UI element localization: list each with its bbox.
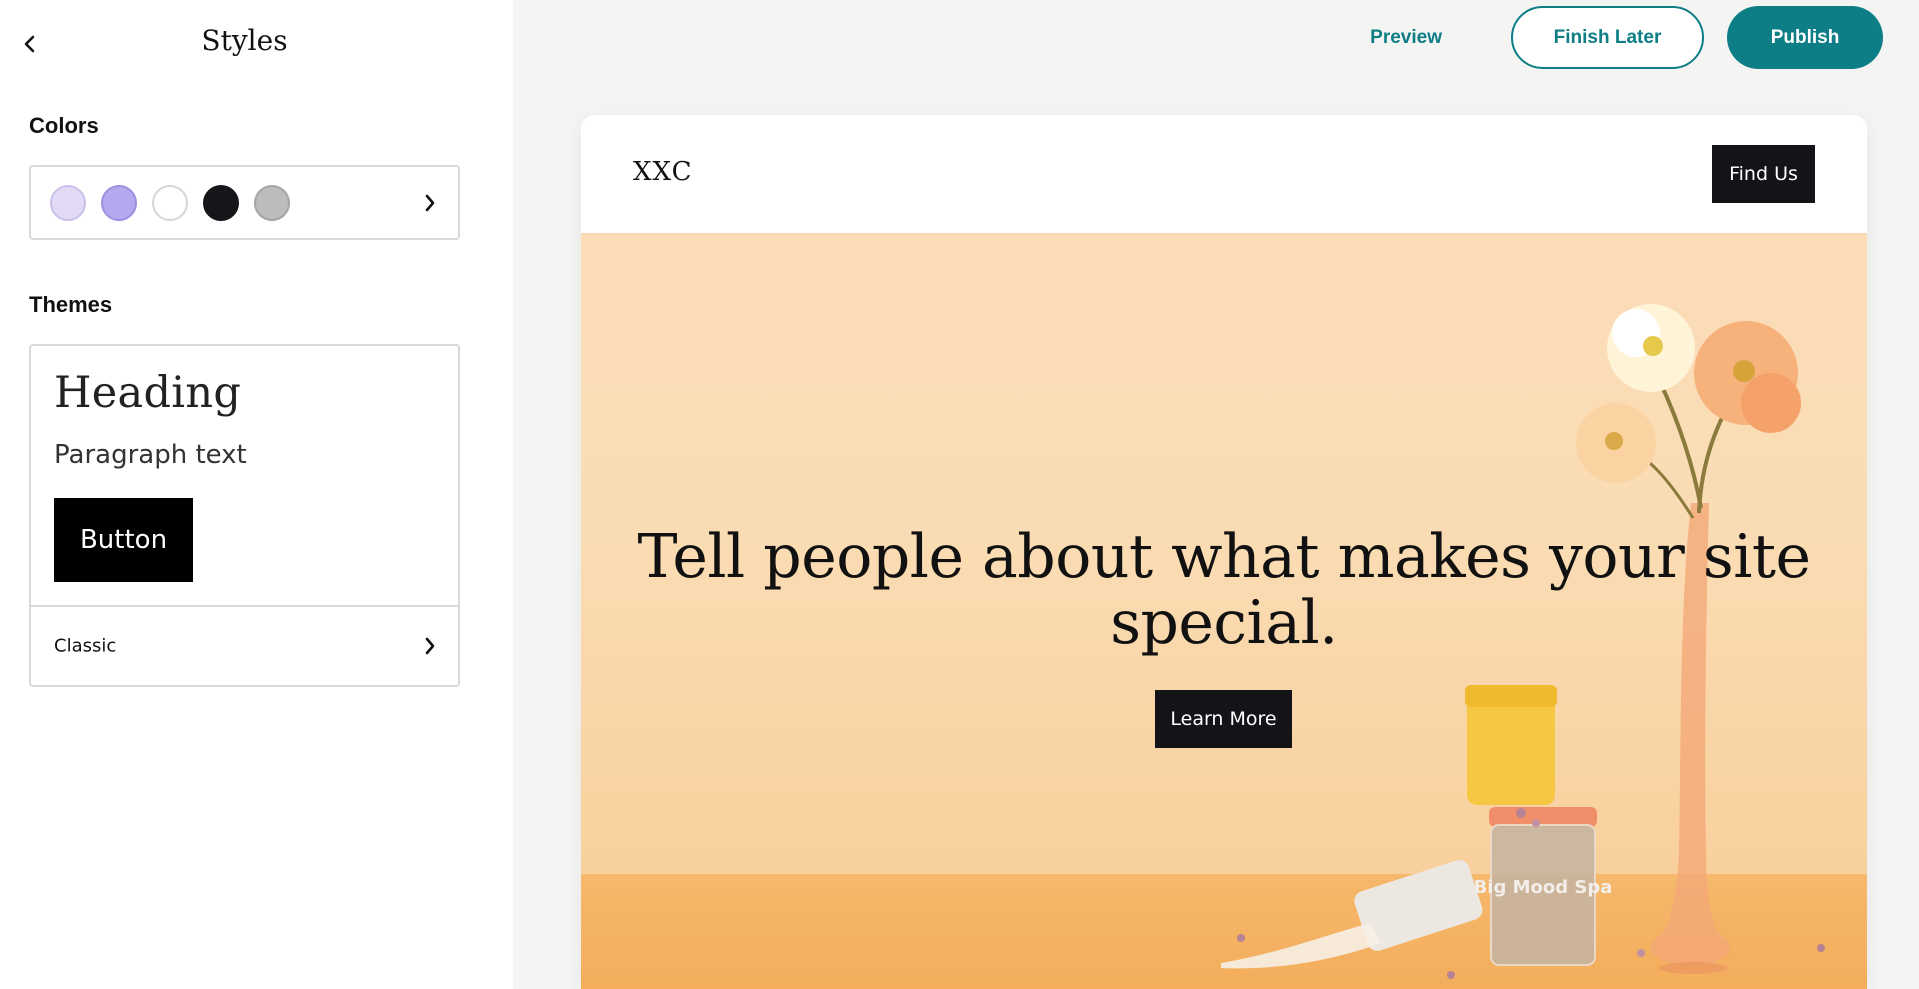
site-header: XXC Find Us — [581, 115, 1867, 233]
learn-more-button[interactable]: Learn More — [1155, 690, 1292, 748]
hero-title-line: Tell people about what makes your site — [637, 522, 1811, 592]
themes-section-label: Themes — [29, 292, 113, 317]
product-label: Big Mood Spa — [1474, 877, 1613, 898]
finish-later-button[interactable]: Finish Later — [1511, 6, 1704, 69]
theme-preview[interactable]: Heading Paragraph text Button — [31, 346, 458, 605]
styles-panel: Styles Colors Themes Heading Paragraph t… — [0, 0, 513, 989]
theme-name: Classic — [54, 635, 117, 657]
colors-card[interactable] — [29, 165, 460, 240]
color-swatch[interactable] — [101, 184, 137, 221]
theme-preview-heading: Heading — [54, 368, 242, 418]
colors-chevron — [424, 193, 436, 213]
color-swatches — [50, 184, 290, 221]
themes-card: Heading Paragraph text Button Classic — [29, 344, 460, 687]
site-preview: XXC Find Us Big Mood Spa Tell people abo… — [581, 115, 1867, 989]
panel-title: Styles — [201, 24, 288, 57]
chevron-right-icon — [425, 637, 435, 655]
theme-chevron — [424, 636, 436, 656]
preview-button[interactable]: Preview — [1370, 27, 1442, 49]
hero-section: Big Mood Spa Tell people about what make… — [581, 233, 1867, 989]
color-swatch[interactable] — [203, 184, 239, 221]
find-us-button[interactable]: Find Us — [1712, 145, 1815, 203]
site-logo[interactable]: XXC — [633, 157, 692, 187]
color-swatch[interactable] — [152, 184, 188, 221]
hero-title: Tell people about what makes your site s… — [581, 524, 1867, 656]
colors-section-label: Colors — [29, 113, 99, 138]
color-swatch[interactable] — [50, 184, 86, 221]
top-actions: Preview Finish Later Publish — [1370, 6, 1883, 69]
hero-title-line: special. — [1110, 588, 1338, 658]
color-swatch[interactable] — [254, 184, 290, 221]
theme-preview-button: Button — [54, 498, 193, 582]
theme-selector[interactable]: Classic — [31, 607, 458, 685]
theme-preview-paragraph: Paragraph text — [54, 440, 247, 470]
publish-button[interactable]: Publish — [1727, 6, 1883, 69]
chevron-right-icon — [425, 194, 435, 211]
